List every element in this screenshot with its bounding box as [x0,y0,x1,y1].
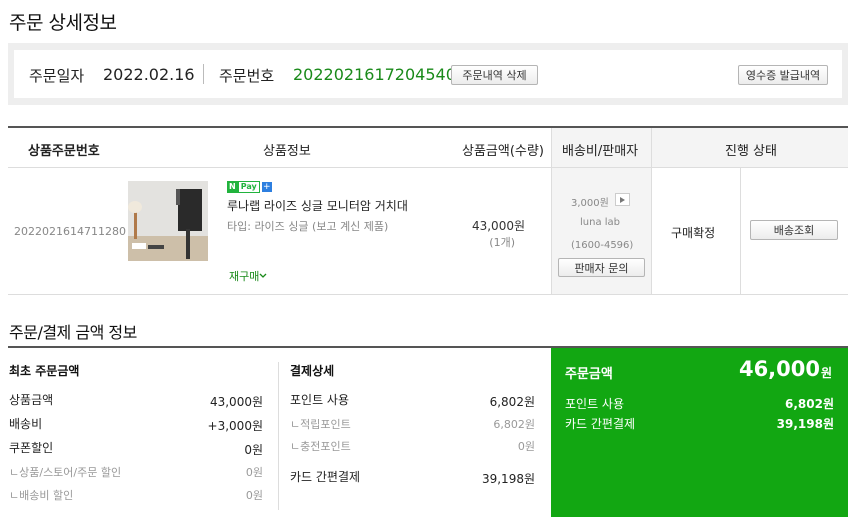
header-price-qty: 상품금액(수량) [462,144,544,159]
divider [740,167,741,294]
shipping-detail-button[interactable] [615,193,630,206]
seller-name[interactable]: luna lab [580,217,620,228]
detail-row-label: 카드 간편결제 [290,470,361,484]
seller-inquiry-button[interactable]: 판매자 문의 [558,258,645,277]
product-order-number: 2022021614711280 [14,225,126,238]
divider [551,128,552,294]
summary-title: 주문금액 [565,367,613,382]
initial-row-value: 43,000원 [209,395,263,409]
header-divider [8,167,848,168]
header-product-order-no: 상품주문번호 [28,144,100,159]
initial-row-value: +3,000원 [207,419,263,433]
product-option: 타입: 라이즈 싱글 (보고 계신 제품) [227,220,389,233]
tracking-button[interactable]: 배송조회 [750,220,838,240]
initial-row-label: 배송비 [9,417,43,431]
shipping-fee: 3,000원 [571,198,609,209]
header-product-info: 상품정보 [263,144,311,159]
plus-icon: + [261,182,272,192]
product-thumbnail[interactable] [128,181,208,261]
table-bottom-divider [8,294,848,295]
product-qty: (1개) [489,236,515,249]
rebuy-label: 재구매 [229,270,260,283]
summary-row-label: 포인트 사용 [565,397,625,411]
product-name-link[interactable]: 루나랩 라이즈 싱글 모니터암 거치대 [227,197,408,214]
summary-row-label: 카드 간편결제 [565,417,636,431]
npay-badge: N Pay + [227,181,272,193]
summary-total-unit: 원 [821,366,833,380]
divider [278,362,279,510]
header-shipping-seller: 배송비/판매자 [562,144,639,159]
npay-n: N [227,181,238,193]
summary-row-value: 39,198원 [776,417,834,431]
detail-row-label: 포인트 사용 [290,393,350,407]
summary-row-value: 6,802원 [785,397,834,411]
initial-row-subvalue: 0원 [245,489,263,502]
divider [651,128,652,294]
divider [203,64,204,84]
order-status: 구매확정 [671,226,716,240]
seller-phone: (1600-4596) [571,240,634,251]
order-number: 2022021617204540 [293,65,456,84]
order-number-label: 주문번호 [219,67,275,85]
initial-row-sublabel: ㄴ상품/스토어/주문 할인 [9,466,122,479]
detail-row-sublabel: ㄴ충전포인트 [290,440,351,453]
initial-row-label: 상품금액 [9,393,54,407]
play-arrow-icon [620,196,625,203]
header-status: 진행 상태 [725,144,777,159]
product-price: 43,000원 [471,219,525,233]
detail-row-value: 6,802원 [489,395,535,409]
page-title: 주문 상세정보 [9,12,117,34]
initial-row-subvalue: 0원 [245,466,263,479]
monitor-arm-image [128,181,208,261]
initial-row-label: 쿠폰할인 [9,441,54,455]
detail-row-subvalue: 6,802원 [493,418,535,431]
chevron-down-icon [259,273,267,278]
detail-row-subvalue: 0원 [517,440,535,453]
npay-pay: Pay [237,181,260,193]
summary-total: 46,000 [738,357,820,381]
rebuy-link[interactable]: 재구매 [229,268,267,284]
payment-detail-title: 결제상세 [290,364,335,378]
order-date-label: 주문일자 [29,67,85,85]
initial-order-amount-title: 최초 주문금액 [9,364,80,378]
delete-order-button[interactable]: 주문내역 삭제 [451,65,538,85]
initial-row-sublabel: ㄴ배송비 할인 [9,489,74,502]
order-date: 2022.02.16 [103,65,195,84]
detail-row-sublabel: ㄴ적립포인트 [290,418,351,431]
initial-row-value: 0원 [244,443,263,457]
payment-section-title: 주문/결제 금액 정보 [9,323,137,342]
receipt-history-button[interactable]: 영수증 발급내역 [738,65,828,85]
detail-row-value: 39,198원 [481,472,535,486]
